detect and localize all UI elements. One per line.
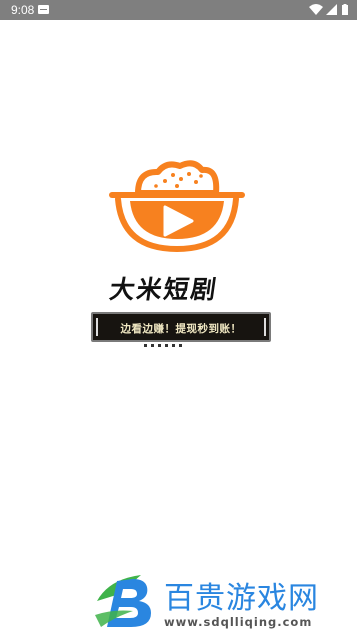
slogan-banner: 边看边赚！提现秒到账！ bbox=[91, 312, 271, 342]
battery-icon bbox=[342, 5, 348, 15]
watermark-url: www.sdqlliqing.com bbox=[164, 615, 313, 629]
app-name: 大米短剧 bbox=[107, 275, 220, 304]
b-logo-icon bbox=[95, 575, 151, 627]
status-bar: 9:08 bbox=[0, 0, 357, 20]
watermark-title: 百贵游戏网 bbox=[164, 581, 319, 616]
signal-icon bbox=[326, 4, 337, 15]
slogan-text: 边看边赚！提现秒到账！ bbox=[120, 323, 242, 335]
notification-icon bbox=[38, 5, 49, 14]
app-logo bbox=[108, 155, 246, 255]
slogan-decoration bbox=[144, 344, 186, 348]
watermark: 百贵游戏网 www.sdqlliqing.com bbox=[93, 571, 357, 636]
status-time: 9:08 bbox=[11, 3, 35, 17]
status-icons bbox=[309, 3, 349, 17]
wifi-icon bbox=[309, 4, 323, 15]
rice-bowl-play-icon bbox=[109, 160, 245, 253]
